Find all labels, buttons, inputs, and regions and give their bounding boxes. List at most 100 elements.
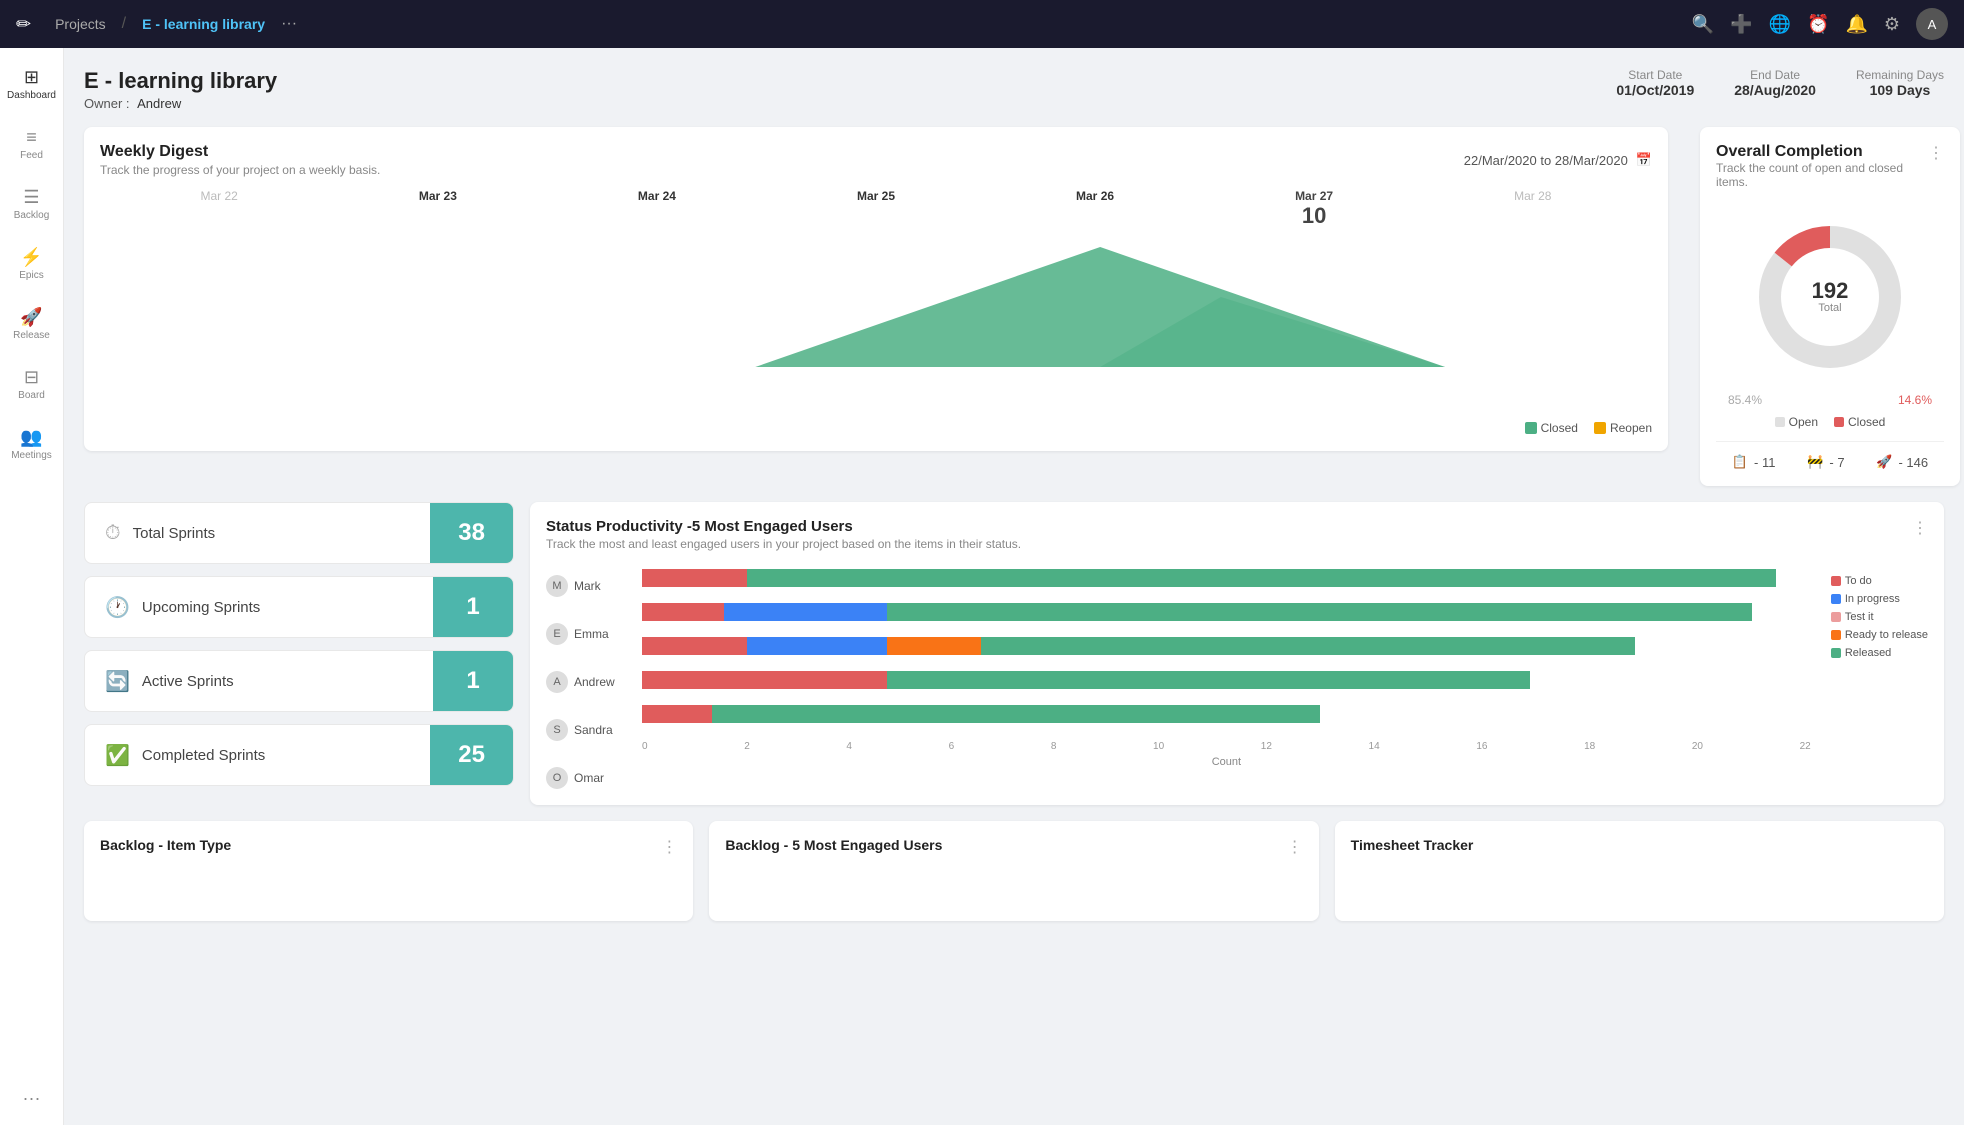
- start-date: Start Date 01/Oct/2019: [1616, 68, 1694, 98]
- sidebar-item-dashboard[interactable]: ⊞ Dashboard: [4, 56, 60, 112]
- sidebar-item-release[interactable]: 🚀 Release: [4, 296, 60, 352]
- weekly-digest-subtitle: Track the progress of your project on a …: [100, 163, 380, 177]
- bell-icon[interactable]: 🔔: [1845, 14, 1867, 35]
- sprint-completed-name: Completed Sprints: [142, 747, 265, 764]
- date-label-0: Mar 22: [201, 189, 238, 203]
- weekly-digest-header: Weekly Digest Track the progress of your…: [100, 143, 1652, 177]
- panel-subtitle: Track the count of open and closed items…: [1716, 161, 1928, 189]
- overall-completion-card: Overall Completion Track the count of op…: [1700, 127, 1960, 486]
- legend-closed-label: Closed: [1848, 415, 1885, 429]
- bar-sandra-released: [887, 671, 1530, 689]
- add-icon[interactable]: ➕: [1730, 14, 1752, 35]
- sidebar-more-button[interactable]: ···: [15, 1080, 49, 1117]
- sprint-completed-icon: ✅: [105, 743, 130, 768]
- weekly-chart-area: [100, 237, 1652, 417]
- board-icon: ⊟: [24, 367, 39, 388]
- project-info: E - learning library Owner : Andrew: [84, 68, 277, 111]
- bar-emma-inprogress: [724, 603, 888, 621]
- bottom-row: ⋮ Backlog - Item Type ⋮ Backlog - 5 Most…: [84, 821, 1944, 921]
- date-label-1: Mar 23: [419, 189, 457, 203]
- remaining-days-value: 109 Days: [1856, 82, 1944, 98]
- bar-row-andrew: [642, 635, 1811, 657]
- productivity-col: Status Productivity -5 Most Engaged User…: [530, 502, 1944, 805]
- backlog-type-more-button[interactable]: ⋮: [661, 837, 677, 857]
- stat-item-1: 🚧 - 7: [1807, 454, 1844, 470]
- calendar-icon[interactable]: 📅: [1636, 152, 1652, 168]
- bottom-card-timesheet: Timesheet Tracker: [1335, 821, 1944, 921]
- legend-released: Released: [1831, 647, 1928, 659]
- panel-title-area: Overall Completion Track the count of op…: [1716, 143, 1928, 201]
- legend-released-label: Released: [1845, 647, 1891, 659]
- backlog-engaged-more-button[interactable]: ⋮: [1287, 837, 1303, 857]
- stat-icon-1: 🚧: [1807, 454, 1823, 470]
- project-owner: Owner : Andrew: [84, 96, 277, 111]
- donut-total-value: 192: [1812, 280, 1849, 302]
- name-mark: Mark: [574, 579, 622, 593]
- bar-legend: To do In progress Test it: [1831, 567, 1928, 789]
- remaining-days: Remaining Days 109 Days: [1856, 68, 1944, 98]
- date-range: 22/Mar/2020 to 28/Mar/2020 📅: [1464, 152, 1652, 168]
- axis-16: 16: [1476, 741, 1487, 752]
- legend-testit: Test it: [1831, 611, 1928, 623]
- productivity-subtitle: Track the most and least engaged users i…: [546, 537, 1021, 551]
- overall-completion-panel: Overall Completion Track the count of op…: [1684, 127, 1944, 486]
- stat-value-1: - 7: [1829, 455, 1844, 470]
- two-col-section: ⏱ Total Sprints 38 🕐 Upcoming Sprints 1 …: [84, 502, 1944, 805]
- sprint-total-value: 38: [430, 503, 513, 563]
- clock-icon[interactable]: ⏰: [1807, 14, 1829, 35]
- owner-label: Owner :: [84, 96, 130, 111]
- sidebar-item-epics[interactable]: ⚡ Epics: [4, 236, 60, 292]
- productivity-more-button[interactable]: ⋮: [1912, 518, 1928, 538]
- sprint-completed-value: 25: [430, 725, 513, 785]
- legend-readyrelease-label: Ready to release: [1845, 629, 1928, 641]
- sprint-card-active: 🔄 Active Sprints 1: [84, 650, 514, 712]
- sprint-upcoming-name: Upcoming Sprints: [142, 599, 260, 616]
- sidebar-label-epics: Epics: [19, 270, 43, 282]
- legend-dot-closed-panel: [1834, 417, 1844, 427]
- sidebar-item-board[interactable]: ⊟ Board: [4, 356, 60, 412]
- globe-icon[interactable]: 🌐: [1769, 14, 1791, 35]
- legend-readyrelease: Ready to release: [1831, 629, 1928, 641]
- nav-separator: /: [122, 15, 126, 33]
- sidebar-item-feed[interactable]: ≡ Feed: [4, 116, 60, 172]
- sprint-active-name: Active Sprints: [142, 673, 234, 690]
- search-icon[interactable]: 🔍: [1692, 14, 1714, 35]
- bar-axis: 0 2 4 6 8 10 12 14 16 18 20: [642, 737, 1811, 752]
- end-date-value: 28/Aug/2020: [1734, 82, 1816, 98]
- top-nav: ✏ Projects / E - learning library ··· 🔍 …: [0, 0, 1964, 48]
- bar-chart-area: M Mark E Emma A Andrew: [546, 567, 1928, 789]
- weekly-digest-title: Weekly Digest: [100, 143, 380, 161]
- legend-open-label: Open: [1789, 415, 1818, 429]
- sprint-upcoming-value: 1: [433, 577, 513, 637]
- legend-testit-label: Test it: [1845, 611, 1874, 623]
- date-label-6: Mar 28: [1514, 189, 1551, 203]
- weekly-digest-card: Weekly Digest Track the progress of your…: [84, 127, 1668, 451]
- nav-projects-link[interactable]: Projects: [55, 16, 106, 32]
- legend-dot-inprogress: [1831, 594, 1841, 604]
- bar-mark-released: [747, 569, 1776, 587]
- nav-current-project[interactable]: E - learning library: [142, 16, 265, 32]
- start-date-label: Start Date: [1616, 68, 1694, 82]
- settings-icon[interactable]: ⚙: [1884, 14, 1900, 35]
- productivity-header: Status Productivity -5 Most Engaged User…: [546, 518, 1928, 567]
- legend-open: Open: [1775, 415, 1818, 429]
- panel-more-button[interactable]: ⋮: [1928, 143, 1944, 163]
- sprint-card-total: ⏱ Total Sprints 38: [84, 502, 514, 564]
- sidebar-label-board: Board: [18, 390, 45, 402]
- panel-stats: 📋 - 11 🚧 - 7 🚀 - 146: [1716, 441, 1944, 470]
- dashboard-icon: ⊞: [24, 67, 39, 88]
- sprint-active-label-area: 🔄 Active Sprints: [85, 653, 433, 710]
- start-date-value: 01/Oct/2019: [1616, 82, 1694, 98]
- donut-container: 192 Total: [1716, 217, 1944, 377]
- sprint-upcoming-label-area: 🕐 Upcoming Sprints: [85, 579, 433, 636]
- sidebar-label-backlog: Backlog: [14, 210, 50, 222]
- user-avatar[interactable]: A: [1916, 8, 1948, 40]
- date-label-4: Mar 26: [1076, 189, 1114, 203]
- donut-total-label: Total: [1812, 302, 1849, 314]
- sidebar-item-meetings[interactable]: 👥 Meetings: [4, 416, 60, 472]
- closed-percent-label: 14.6%: [1898, 393, 1932, 407]
- sidebar-item-backlog[interactable]: ☰ Backlog: [4, 176, 60, 232]
- nav-more-button[interactable]: ···: [281, 15, 297, 33]
- sprint-upcoming-icon: 🕐: [105, 595, 130, 620]
- bar-sandra-todo: [642, 671, 887, 689]
